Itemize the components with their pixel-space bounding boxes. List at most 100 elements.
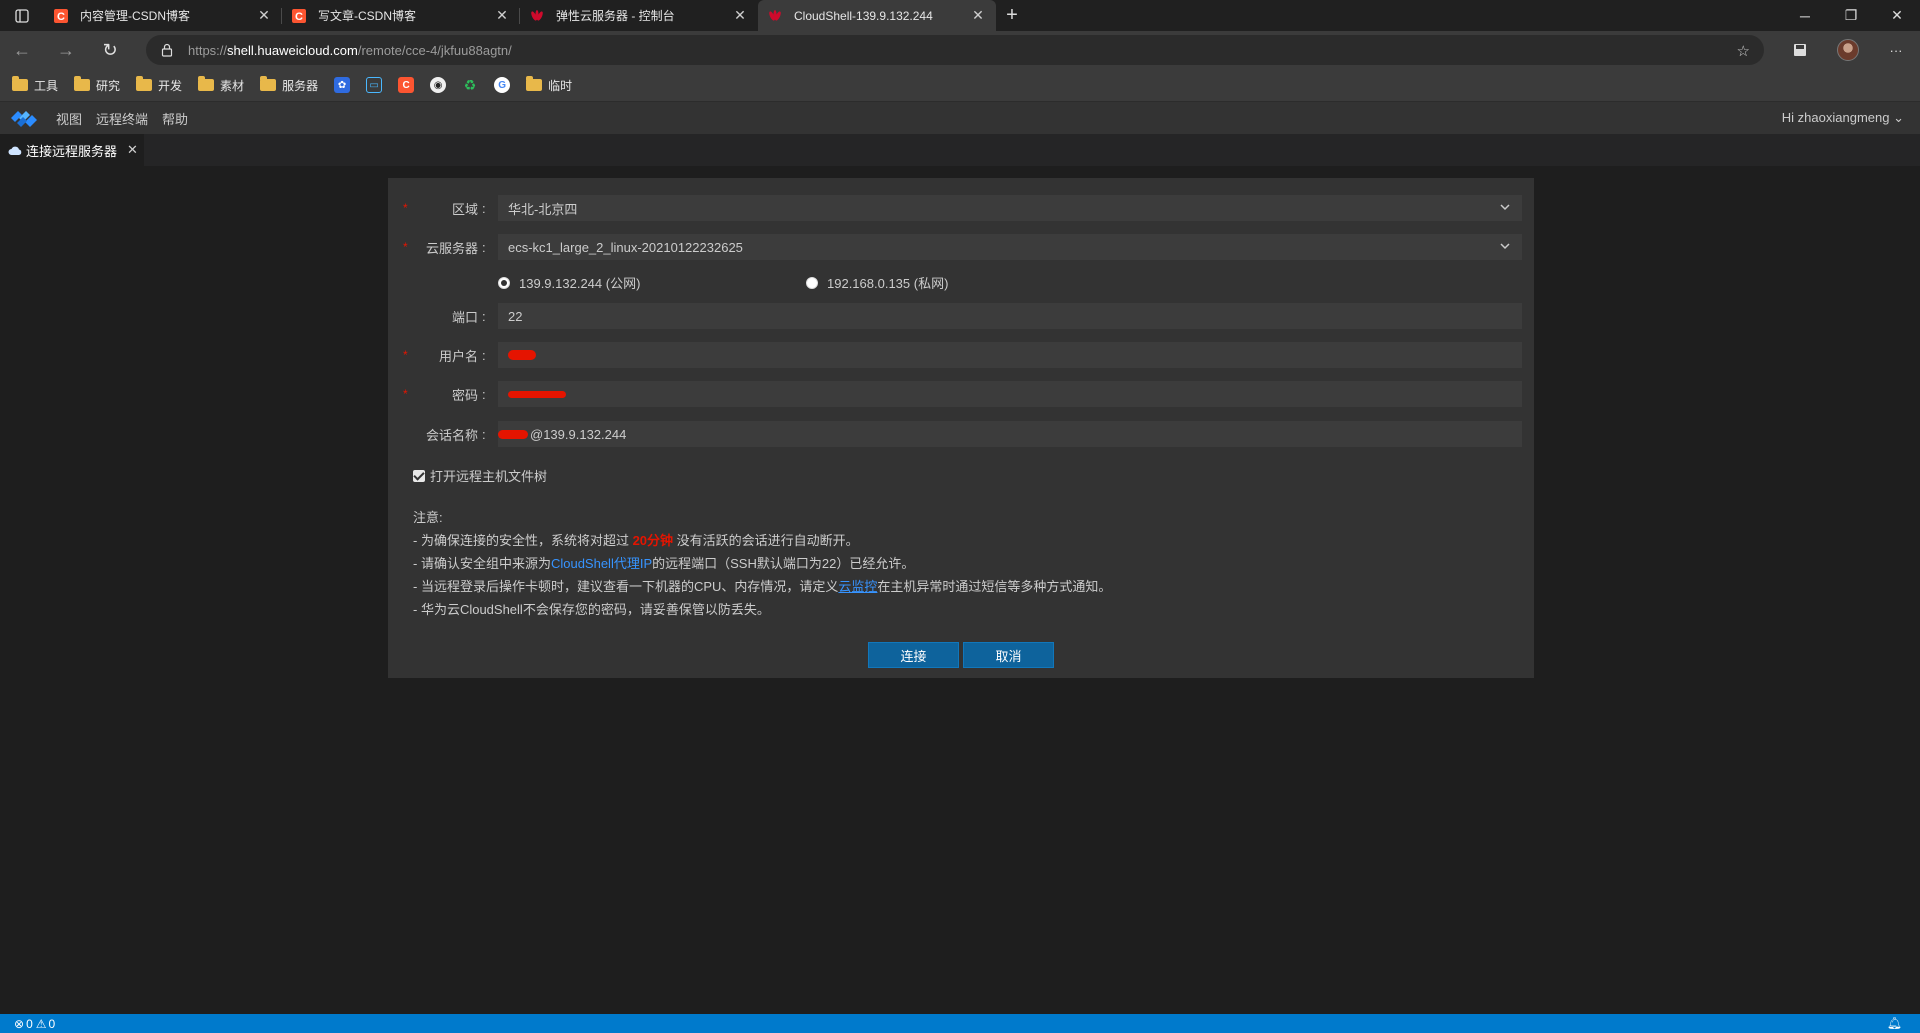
warning-count: 0 — [48, 1016, 56, 1031]
browser-tab-3[interactable]: 弹性云服务器 - 控制台 ✕ — [520, 0, 758, 31]
label-colon: : — [482, 239, 486, 255]
label-colon: : — [482, 347, 486, 363]
password-input[interactable] — [498, 381, 1522, 407]
address-bar[interactable]: https://shell.huaweicloud.com/remote/cce… — [146, 35, 1764, 65]
username-input[interactable] — [498, 342, 1522, 368]
browser-tab-1[interactable]: C 内容管理-CSDN博客 ✕ — [44, 0, 282, 31]
port-value: 22 — [508, 308, 523, 324]
tab-label: 连接远程服务器 — [26, 143, 118, 159]
notice-line: - 为确保连接的安全性，系统将对超过 20分钟 没有活跃的会话进行自动断开。 — [413, 529, 1111, 552]
close-icon[interactable]: ✕ — [256, 7, 272, 24]
notice-text: 没有活跃的会话进行自动断开。 — [673, 533, 859, 548]
google-icon[interactable]: G — [494, 77, 511, 93]
svg-text:C: C — [57, 11, 65, 23]
cloudshell-proxy-ip-link[interactable]: CloudShell代理IP — [551, 556, 652, 571]
restore-button[interactable]: ❐ — [1828, 0, 1874, 31]
browser-tab-2[interactable]: C 写文章-CSDN博客 ✕ — [282, 0, 520, 31]
server-row: * 云服务器 : ecs-kc1_large_2_linux-202101222… — [388, 234, 1534, 260]
folder-icon — [136, 76, 153, 91]
close-icon[interactable]: ✕ — [732, 7, 748, 24]
tab-connect-remote-server[interactable]: 连接远程服务器 ✕ — [0, 134, 144, 166]
user-greeting: Hi zhaoxiangmeng — [1781, 110, 1890, 125]
close-icon[interactable]: ✕ — [970, 7, 986, 24]
menu-view[interactable]: 视图 — [56, 109, 82, 128]
server-label: 云服务器 — [425, 240, 478, 256]
toolbar-right: ··· — [1776, 31, 1920, 69]
chevron-down-icon — [1500, 204, 1510, 211]
browser-tab-title: 内容管理-CSDN博客 — [80, 9, 190, 23]
close-icon[interactable]: ✕ — [127, 142, 138, 158]
public-ip-label: 139.9.132.244 (公网) — [519, 276, 641, 291]
window-close-button[interactable]: ✕ — [1874, 0, 1920, 31]
github-icon[interactable]: ◉ — [430, 77, 447, 93]
cloud-monitor-link[interactable]: 云监控 — [838, 579, 877, 594]
region-select[interactable]: 华北-北京四 — [498, 195, 1522, 221]
bookmark-label: 临时 — [548, 78, 573, 93]
notice-line: - 华为云CloudShell不会保存您的密码，请妥善保管以防丢失。 — [413, 602, 770, 617]
bookmark-folder[interactable]: 开发 — [136, 76, 182, 94]
status-bar: ⊗ 0 ⚠ 0 🔔︎ — [0, 1014, 1920, 1033]
tab-actions-button[interactable] — [0, 0, 44, 31]
forward-button[interactable]: → — [44, 31, 88, 69]
password-label: 密码 — [451, 387, 478, 403]
window-controls: ─ ❐ ✕ — [1782, 0, 1920, 31]
huawei-icon — [769, 9, 781, 21]
favorite-star-icon[interactable]: ☆ — [1737, 42, 1750, 60]
bookmark-folder[interactable]: 临时 — [526, 76, 573, 94]
public-ip-radio[interactable]: 139.9.132.244 (公网) — [498, 273, 640, 292]
label-colon: : — [482, 426, 486, 442]
redaction-mark — [498, 429, 528, 439]
redaction-mark — [508, 390, 566, 398]
cloudshell-logo-icon — [11, 111, 37, 127]
profile-button[interactable] — [1824, 39, 1872, 61]
server-select[interactable]: ecs-kc1_large_2_linux-20210122232625 — [498, 234, 1522, 260]
open-file-tree-checkbox[interactable]: 打开远程主机文件树 — [413, 466, 547, 485]
required-marker: * — [403, 348, 408, 362]
private-ip-radio[interactable]: 192.168.0.135 (私网) — [806, 273, 948, 292]
session-name-input[interactable]: @139.9.132.244 — [498, 421, 1522, 447]
bookmark-folder[interactable]: 工具 — [12, 76, 58, 94]
csdn-icon[interactable]: C — [398, 77, 415, 93]
new-tab-button[interactable]: + — [996, 0, 1028, 31]
settings-more-button[interactable]: ··· — [1872, 43, 1920, 58]
connect-form-panel: * 区域 : 华北-北京四 * 云服务器 : ecs-kc1_large_2_l… — [388, 178, 1534, 678]
bookmark-folder[interactable]: 素材 — [198, 76, 244, 94]
plus-icon: + — [1006, 4, 1018, 26]
port-row: 端口 : 22 — [388, 303, 1534, 329]
bookmark-folder[interactable]: 服务器 — [260, 76, 318, 94]
reload-button[interactable]: ↻ — [88, 31, 132, 69]
more-icon: ··· — [1889, 42, 1903, 58]
bell-icon[interactable]: 🔔︎ — [1887, 1016, 1902, 1030]
username-row: * 用户名 : — [388, 342, 1534, 368]
bookmark-label: 研究 — [96, 78, 121, 93]
bookmark-folder[interactable]: 研究 — [74, 76, 121, 94]
recycle-icon[interactable]: ♻ — [462, 77, 478, 93]
notice-line: - 当远程登录后操作卡顿时，建议查看一下机器的CPU、内存情况，请定义云监控在主… — [413, 575, 1111, 598]
browser-tab-4[interactable]: CloudShell-139.9.132.244 ✕ — [758, 0, 996, 31]
port-input[interactable]: 22 — [498, 303, 1522, 329]
cancel-button[interactable]: 取消 — [963, 642, 1054, 668]
menu-remote-terminal[interactable]: 远程终端 — [96, 109, 148, 128]
notice-block: 注意: - 为确保连接的安全性，系统将对超过 20分钟 没有活跃的会话进行自动断… — [413, 506, 1111, 621]
password-row: * 密码 : — [388, 381, 1534, 407]
required-marker: * — [403, 387, 408, 401]
avatar — [1837, 39, 1859, 61]
app-menubar: 视图 远程终端 帮助 Hi zhaoxiangmeng ⌄ — [0, 102, 1920, 134]
baidu-icon[interactable]: ✿ — [334, 77, 351, 93]
folder-icon — [74, 76, 91, 91]
browser-tab-strip: C 内容管理-CSDN博客 ✕ C 写文章-CSDN博客 ✕ 弹性云服务器 - … — [0, 0, 1920, 31]
connect-button[interactable]: 连接 — [868, 642, 959, 668]
bilibili-icon[interactable]: ▭ — [366, 77, 383, 93]
collections-button[interactable] — [1776, 43, 1824, 57]
username-label: 用户名 — [438, 348, 478, 364]
back-button[interactable]: ← — [0, 31, 44, 69]
user-menu[interactable]: Hi zhaoxiangmeng ⌄ — [1782, 110, 1904, 126]
browser-toolbar: ← → ↻ https://shell.huaweicloud.com/remo… — [0, 31, 1920, 69]
menu-help[interactable]: 帮助 — [162, 109, 188, 128]
close-icon[interactable]: ✕ — [494, 7, 510, 24]
required-marker: * — [403, 201, 408, 215]
minimize-button[interactable]: ─ — [1782, 0, 1828, 31]
radio-icon — [806, 276, 818, 289]
chevron-down-icon: ⌄ — [1893, 110, 1904, 125]
region-label: 区域 — [451, 201, 478, 217]
